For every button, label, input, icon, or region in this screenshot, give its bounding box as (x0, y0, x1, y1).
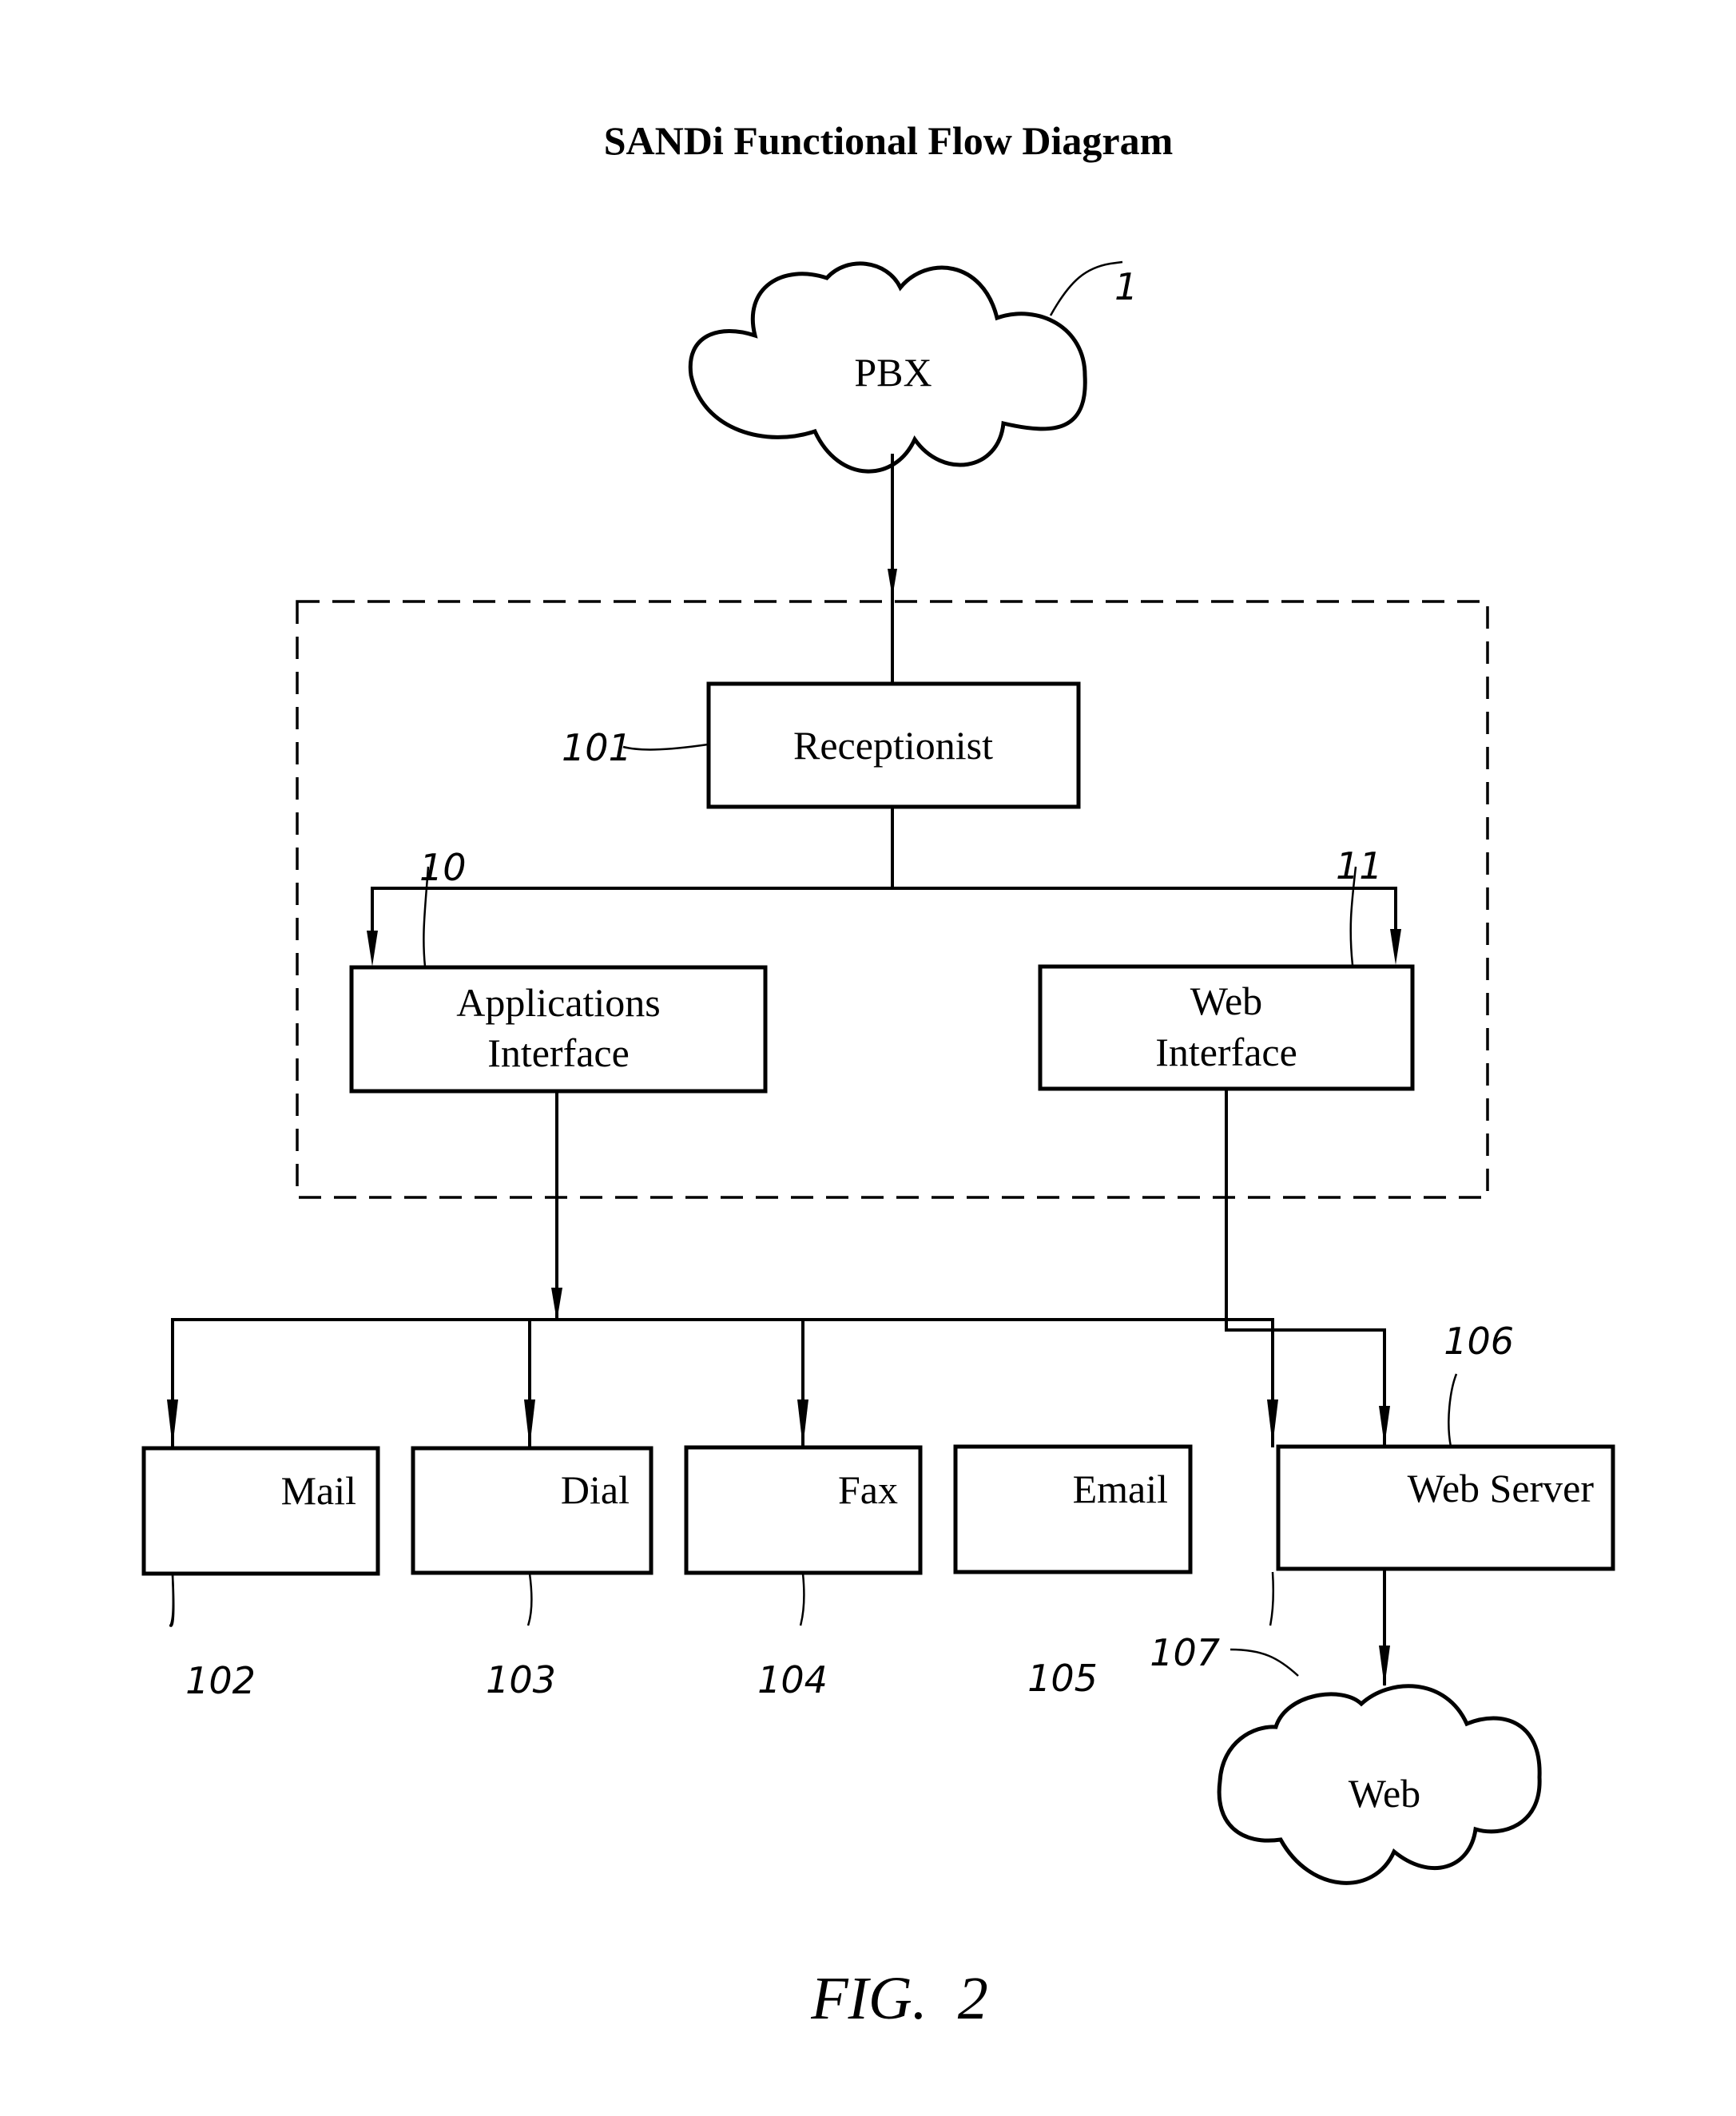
dial-node: Dial (411, 1446, 653, 1575)
web-interface-node: Web Interface (1038, 964, 1415, 1091)
receptionist-node: Receptionist (706, 681, 1081, 809)
mail-label: Mail (281, 1468, 356, 1513)
ref-label-1: 1 (1114, 265, 1138, 308)
web-interface-label-1: Web (1190, 979, 1262, 1023)
diagram-title: SANDi Functional Flow Diagram (604, 118, 1174, 163)
ref-leader-105 (1269, 1571, 1275, 1626)
ref-label-10: 10 (419, 846, 467, 889)
fax-node: Fax (684, 1445, 923, 1575)
flow-diagram: SANDi Functional Flow Diagram PBX 1 Rece… (141, 118, 1615, 2032)
dial-label: Dial (561, 1467, 630, 1512)
ref-leader-106 (1448, 1373, 1458, 1447)
fax-label: Fax (838, 1467, 898, 1512)
arrowhead-webif (1390, 929, 1401, 965)
ref-label-11: 11 (1336, 844, 1383, 887)
ref-leader-102b (169, 1574, 175, 1627)
arrowhead-apps (367, 931, 378, 967)
mail-node: Mail (141, 1446, 380, 1576)
arrowhead-dial (524, 1399, 535, 1447)
web-interface-label-2: Interface (1155, 1030, 1297, 1074)
arrowhead-email (1267, 1399, 1278, 1446)
ref-label-103: 103 (486, 1658, 556, 1701)
figure-caption: FIG. 2 (810, 1965, 988, 2032)
web-cloud: Web (1217, 1684, 1542, 1885)
ref-label-106: 106 (1444, 1320, 1514, 1363)
receptionist-label: Receptionist (793, 723, 993, 768)
ref-label-102: 102 (185, 1659, 256, 1702)
ref-label-101: 101 (562, 726, 632, 769)
applications-interface-label-2: Interface (487, 1030, 630, 1075)
edge-receptionist-split (371, 887, 1397, 944)
web-server-node: Web Server (1276, 1444, 1615, 1571)
ref-leader-101 (622, 743, 709, 751)
ref-leader-104 (799, 1573, 805, 1626)
arrowhead-webserver (1379, 1406, 1390, 1446)
ref-label-107: 107 (1150, 1631, 1220, 1674)
web-server-label: Web Server (1408, 1466, 1595, 1511)
email-node: Email (953, 1444, 1193, 1574)
arrowhead-pbx (888, 569, 897, 597)
ref-label-104: 104 (757, 1658, 828, 1701)
arrowhead-web (1379, 1646, 1390, 1687)
applications-interface-label-1: Applications (456, 980, 661, 1025)
edge-apps-bus (171, 1318, 1274, 1447)
edge-webif-webserver (1225, 1089, 1386, 1446)
email-label: Email (1073, 1467, 1168, 1511)
arrowhead-fax (797, 1399, 808, 1447)
arrowhead-apps-trunk (551, 1288, 562, 1321)
pbx-cloud: PBX (688, 261, 1087, 474)
ref-leader-1 (1049, 260, 1123, 316)
ref-leader-103 (526, 1573, 533, 1626)
web-label: Web (1349, 1771, 1420, 1816)
arrowhead-mail (167, 1399, 178, 1447)
ref-leader-107 (1230, 1648, 1299, 1677)
pbx-label: PBX (854, 350, 932, 395)
applications-interface-node: Applications Interface (349, 965, 768, 1094)
ref-label-105: 105 (1027, 1657, 1098, 1700)
